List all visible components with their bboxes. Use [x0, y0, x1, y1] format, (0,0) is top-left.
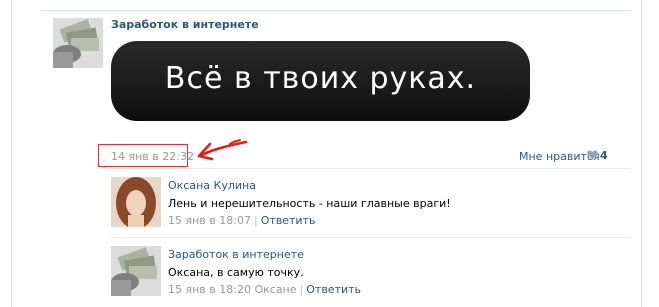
reply-text: Лень и нерешительность - наши главные вр…: [168, 197, 451, 210]
divider: [40, 10, 631, 11]
post-image-banner[interactable]: Всё в твоих руках.: [111, 41, 530, 121]
separator: |: [299, 283, 304, 296]
banner-shadow: [111, 121, 530, 126]
reply-text: Оксана, в самую точку.: [168, 266, 304, 279]
reply-button[interactable]: Ответить: [306, 283, 361, 296]
reply-author-link[interactable]: Оксана Кулина: [168, 179, 256, 192]
like-count: 4: [600, 149, 608, 162]
banner-text: Всё в твоих руках.: [164, 61, 477, 96]
reply-date-link[interactable]: 15 янв в 18:07: [168, 214, 251, 227]
heart-icon[interactable]: [587, 150, 598, 160]
post-author-avatar[interactable]: [53, 18, 103, 68]
post-author-link[interactable]: Заработок в интернете: [111, 18, 259, 31]
reply-meta: 15 янв в 18:20 Оксане | Ответить: [168, 283, 361, 296]
separator: |: [253, 214, 258, 227]
reply-author-avatar[interactable]: [111, 246, 161, 296]
reply-meta: 15 янв в 18:07 | Ответить: [168, 214, 315, 227]
post-date-link[interactable]: 14 янв в 22:32: [111, 150, 194, 163]
reply-item: Оксана Кулина Лень и нерешительность - н…: [111, 177, 631, 237]
reply-date-link[interactable]: 15 янв в 18:20: [168, 283, 251, 296]
reply-item: Заработок в интернете Оксана, в самую то…: [111, 246, 631, 306]
reply-author-link[interactable]: Заработок в интернете: [168, 248, 304, 261]
reply-author-avatar[interactable]: [111, 177, 161, 227]
reply-button[interactable]: Ответить: [261, 214, 316, 227]
divider: [111, 168, 631, 169]
red-arrow-annotation: [197, 139, 248, 161]
divider: [111, 237, 631, 238]
reply-addressee: Оксане: [254, 283, 297, 296]
